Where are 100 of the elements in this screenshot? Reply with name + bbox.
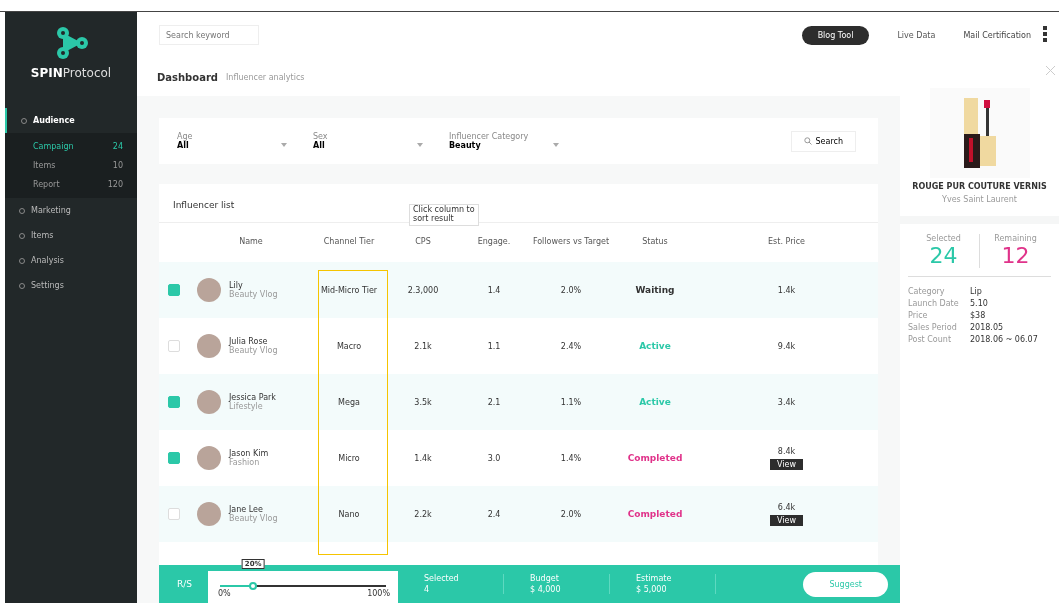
price-text: 6.4k bbox=[777, 502, 796, 512]
lipstick-drawing bbox=[961, 98, 998, 168]
status-text: Waiting bbox=[635, 285, 675, 295]
view-button[interactable]: View bbox=[770, 514, 803, 526]
status-text: Completed bbox=[627, 453, 683, 463]
avatar bbox=[197, 446, 221, 470]
avatar bbox=[197, 334, 221, 358]
avatar bbox=[197, 502, 221, 526]
detail-value: Lip bbox=[970, 287, 983, 296]
table-cell: Mega bbox=[313, 374, 385, 430]
influencer-category: Lifestyle bbox=[229, 402, 264, 411]
detail-value: 5.10 bbox=[970, 299, 989, 308]
item-count: 120 bbox=[107, 180, 123, 189]
table-cell: 2.0% bbox=[527, 262, 615, 318]
page-subtitle: Influencer analytics bbox=[226, 72, 305, 82]
search-field[interactable]: Search keyword bbox=[159, 25, 259, 45]
table-cell: 2.2k bbox=[385, 486, 461, 542]
table-cell: 1.4 bbox=[461, 262, 527, 318]
table-cell: 1.1% bbox=[527, 374, 615, 430]
slider-thumb[interactable] bbox=[249, 582, 258, 590]
detail-label: Category bbox=[908, 287, 946, 296]
nav-item[interactable]: Marketing bbox=[5, 198, 137, 223]
detail-label: Sales Period bbox=[908, 323, 958, 332]
price-text: 1.4k bbox=[777, 285, 796, 295]
count-label: Selected bbox=[926, 234, 961, 243]
checkbox[interactable] bbox=[168, 340, 180, 352]
close-icon[interactable] bbox=[1046, 66, 1055, 75]
column-header[interactable]: CPS bbox=[385, 223, 461, 262]
status-text: Active bbox=[639, 397, 671, 407]
influencer-category: Beauty Vlog bbox=[229, 514, 278, 523]
table-cell: 2.0% bbox=[527, 486, 615, 542]
count-label: Remaining bbox=[994, 234, 1037, 243]
stat-value: $ 5,000 bbox=[636, 585, 668, 594]
influencer-name: Lily bbox=[229, 281, 243, 290]
user-link[interactable]: Mail Certification bbox=[963, 30, 1031, 40]
table-cell: 3.5k bbox=[385, 374, 461, 430]
influencer-category: Beauty Vlog bbox=[229, 346, 278, 355]
nav-subitem[interactable]: Report 120 bbox=[5, 175, 137, 194]
detail-value: $38 bbox=[970, 311, 987, 320]
item-count: 24 bbox=[112, 142, 123, 151]
stat-label: Budget bbox=[530, 574, 560, 583]
nav-subitem[interactable]: Campaign 24 bbox=[5, 137, 137, 156]
table-cell: Nano bbox=[313, 486, 385, 542]
influencer-name: Julia Rose bbox=[229, 337, 268, 346]
column-header[interactable]: Channel Tier bbox=[313, 223, 385, 262]
column-header[interactable]: Engage. bbox=[461, 223, 527, 262]
stat-value: $ 4,000 bbox=[530, 585, 562, 594]
detail-value: 2018.05 bbox=[970, 323, 1005, 332]
table-cell: Mid-Micro Tier bbox=[313, 262, 385, 318]
filter-dropdown[interactable]: Sex All bbox=[313, 132, 423, 150]
checkbox[interactable] bbox=[168, 508, 180, 520]
detail-label: Launch Date bbox=[908, 299, 960, 308]
influencer-name: Jason Kim bbox=[229, 449, 269, 458]
caret-icon bbox=[417, 143, 423, 147]
top-button[interactable]: Blog Tool bbox=[801, 25, 870, 45]
logo-text: SPINProtocol bbox=[30, 66, 112, 80]
item-count: 10 bbox=[112, 161, 123, 170]
tooltip: Click column to sort result bbox=[409, 204, 479, 226]
stat-label: Selected bbox=[424, 574, 460, 583]
caret-icon bbox=[553, 143, 559, 147]
filter-dropdown[interactable]: Influencer Category Beauty bbox=[449, 132, 559, 150]
count-value: 12 bbox=[1001, 243, 1030, 268]
status-text: Active bbox=[639, 341, 671, 351]
bar-label: R/S bbox=[177, 579, 192, 589]
stat-value: 4 bbox=[424, 585, 431, 594]
column-header[interactable]: Est. Price bbox=[695, 223, 878, 262]
detail-value: 2018.06 ~ 06.07 bbox=[970, 335, 1039, 344]
price-text: 8.4k bbox=[777, 446, 796, 456]
influencer-category: Fashion bbox=[229, 458, 261, 467]
influencer-name: Jessica Park bbox=[229, 393, 276, 402]
nav-item[interactable]: Settings bbox=[5, 273, 137, 298]
stat-label: Estimate bbox=[636, 574, 673, 583]
checkbox[interactable] bbox=[168, 396, 180, 408]
nav-subitem[interactable]: Items 10 bbox=[5, 156, 137, 175]
page-title: Dashboard bbox=[157, 71, 218, 83]
detail-label: Post Count bbox=[908, 335, 953, 344]
checkbox[interactable] bbox=[168, 284, 180, 296]
status-text: Completed bbox=[627, 509, 683, 519]
filter-dropdown[interactable]: Age All bbox=[177, 132, 287, 150]
influencer-name: Jane Lee bbox=[229, 505, 263, 514]
caret-icon bbox=[281, 143, 287, 147]
avatar bbox=[197, 278, 221, 302]
column-header[interactable]: Followers vs Target bbox=[527, 223, 615, 262]
product-brand: Yves Saint Laurent bbox=[942, 195, 1017, 204]
view-button[interactable]: View bbox=[770, 458, 803, 470]
logo-icon bbox=[54, 26, 88, 60]
nav-item[interactable]: Items bbox=[5, 223, 137, 248]
price-text: 9.4k bbox=[777, 341, 796, 351]
column-header[interactable]: Name bbox=[189, 223, 313, 262]
table-cell: 2.1 bbox=[461, 374, 527, 430]
menu-icon[interactable] bbox=[1043, 26, 1047, 42]
table-cell: 2.4 bbox=[461, 486, 527, 542]
influencer-category: Beauty Vlog bbox=[229, 290, 278, 299]
column-header[interactable]: Status bbox=[615, 223, 695, 262]
nav-item[interactable]: Analysis bbox=[5, 248, 137, 273]
table-cell: 2.3,000 bbox=[385, 262, 461, 318]
slider-max: 100% bbox=[367, 589, 390, 598]
search-button[interactable]: Search bbox=[790, 130, 856, 152]
checkbox[interactable] bbox=[168, 452, 180, 464]
slider-min: 0% bbox=[218, 589, 231, 598]
